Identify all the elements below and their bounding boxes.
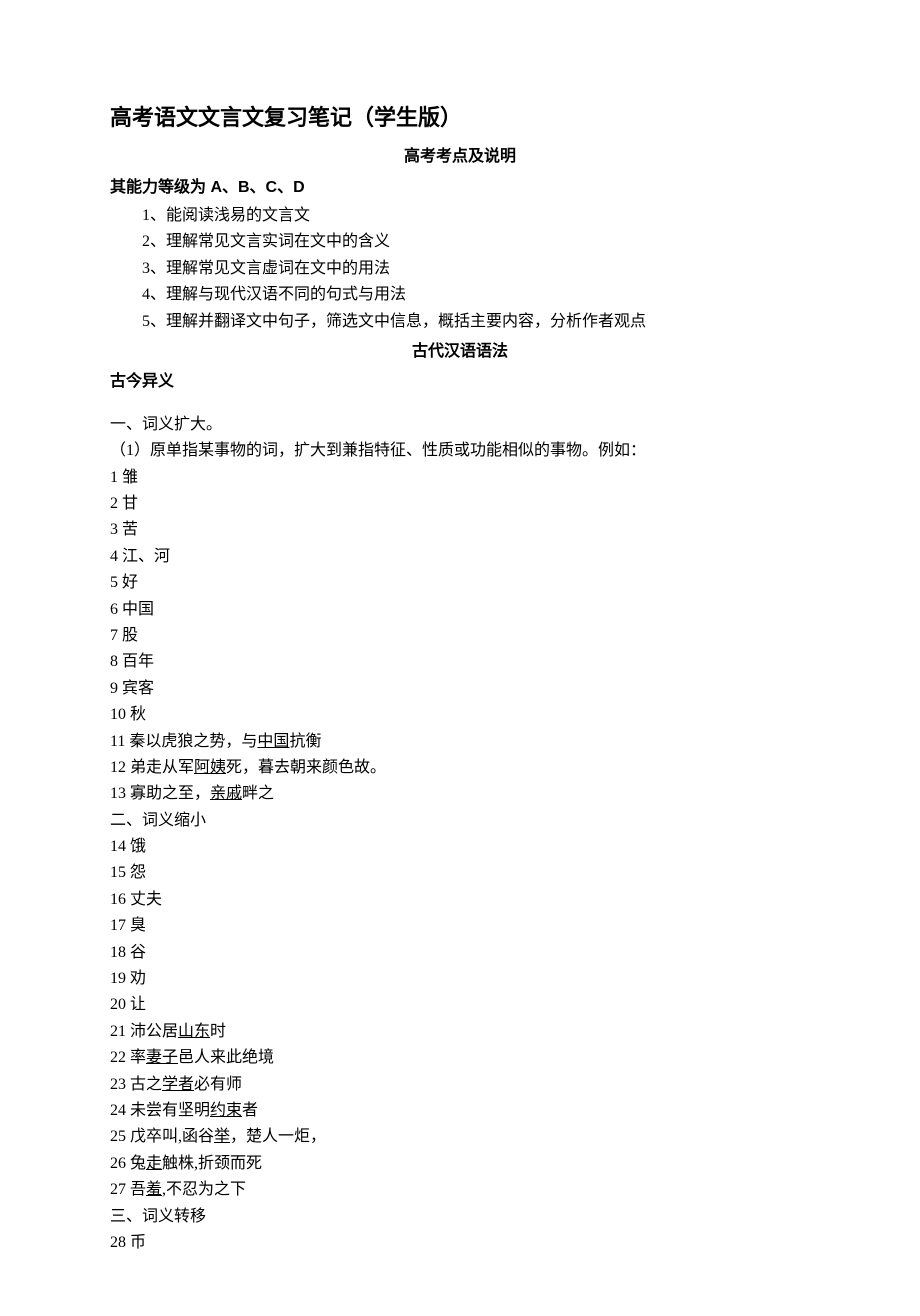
item-15: 15 怨 — [110, 860, 810, 886]
item-24-a: 24 未尝有坚明 — [110, 1102, 210, 1119]
item-16: 16 丈夫 — [110, 887, 810, 913]
item-11-a: 11 秦以虎狼之势，与 — [110, 733, 257, 750]
item-28: 28 币 — [110, 1230, 810, 1256]
item-27: 27 吾羞,不忍为之下 — [110, 1177, 810, 1203]
item-13-b: 畔之 — [242, 785, 274, 802]
item-12-b: 死，暮去朝来颜色故。 — [226, 759, 386, 776]
point-2: 2、理解常见文言实词在文中的含义 — [110, 229, 810, 255]
item-20: 20 让 — [110, 992, 810, 1018]
item-21-a: 21 沛公居 — [110, 1023, 178, 1040]
item-22-a: 22 率 — [110, 1049, 146, 1066]
section-2-heading: 二、词义缩小 — [110, 808, 810, 834]
point-3: 3、理解常见文言虚词在文中的用法 — [110, 256, 810, 282]
item-27-underline: 羞 — [146, 1181, 162, 1198]
item-21-b: 时 — [210, 1023, 226, 1040]
item-12-a: 12 弟走从军 — [110, 759, 194, 776]
point-4: 4、理解与现代汉语不同的句式与用法 — [110, 282, 810, 308]
section-1-note: （1）原单指某事物的词，扩大到兼指特征、性质或功能相似的事物。例如： — [110, 438, 810, 464]
item-22-b: 邑人来此绝境 — [178, 1049, 274, 1066]
item-11: 11 秦以虎狼之势，与中国抗衡 — [110, 729, 810, 755]
ability-level-line: 其能力等级为 A、B、C、D — [110, 175, 810, 201]
item-22-underline: 妻子 — [146, 1049, 178, 1066]
item-25-underline: 举 — [214, 1128, 230, 1145]
item-23-a: 23 古之 — [110, 1076, 162, 1093]
item-25: 25 戊卒叫,函谷举，楚人一炬， — [110, 1124, 810, 1150]
item-14: 14 饿 — [110, 834, 810, 860]
item-18: 18 谷 — [110, 940, 810, 966]
exam-subtitle: 高考考点及说明 — [110, 144, 810, 170]
item-2: 2 甘 — [110, 491, 810, 517]
point-5: 5、理解并翻译文中句子，筛选文中信息，概括主要内容，分析作者观点 — [110, 309, 810, 335]
item-22: 22 率妻子邑人来此绝境 — [110, 1045, 810, 1071]
grammar-heading: 古代汉语语法 — [110, 339, 810, 365]
item-27-a: 27 吾 — [110, 1181, 146, 1198]
item-12-underline: 阿姨 — [194, 759, 226, 776]
item-26-b: 触株,折颈而死 — [162, 1155, 262, 1172]
item-27-b: ,不忍为之下 — [162, 1181, 246, 1198]
item-3: 3 苦 — [110, 517, 810, 543]
item-24-b: 者 — [242, 1102, 258, 1119]
item-17: 17 臭 — [110, 913, 810, 939]
item-6: 6 中国 — [110, 597, 810, 623]
item-21-underline: 山东 — [178, 1023, 210, 1040]
item-13: 13 寡助之至，亲戚畔之 — [110, 781, 810, 807]
document-page: 高考语文文言文复习笔记（学生版） 高考考点及说明 其能力等级为 A、B、C、D … — [0, 0, 920, 1316]
item-19: 19 劝 — [110, 966, 810, 992]
item-12: 12 弟走从军阿姨死，暮去朝来颜色故。 — [110, 755, 810, 781]
item-21: 21 沛公居山东时 — [110, 1019, 810, 1045]
section-1-heading: 一、词义扩大。 — [110, 412, 810, 438]
item-26-underline: 走 — [146, 1155, 162, 1172]
item-5: 5 好 — [110, 570, 810, 596]
item-13-underline: 亲戚 — [210, 785, 242, 802]
document-title: 高考语文文言文复习笔记（学生版） — [110, 100, 810, 136]
gujin-heading: 古今异义 — [110, 369, 810, 395]
item-11-b: 抗衡 — [289, 733, 321, 750]
item-23-underline: 学者 — [162, 1076, 194, 1093]
item-25-b: ，楚人一炬， — [230, 1128, 326, 1145]
item-26: 26 兔走触株,折颈而死 — [110, 1151, 810, 1177]
item-13-a: 13 寡助之至， — [110, 785, 210, 802]
section-3-heading: 三、词义转移 — [110, 1204, 810, 1230]
item-24-underline: 约束 — [210, 1102, 242, 1119]
point-1: 1、能阅读浅易的文言文 — [110, 203, 810, 229]
item-4: 4 江、河 — [110, 544, 810, 570]
item-25-a: 25 戊卒叫,函谷 — [110, 1128, 214, 1145]
item-24: 24 未尝有坚明约束者 — [110, 1098, 810, 1124]
item-9: 9 宾客 — [110, 676, 810, 702]
item-26-a: 26 兔 — [110, 1155, 146, 1172]
spacer — [110, 398, 810, 412]
item-23-b: 必有师 — [194, 1076, 242, 1093]
item-10: 10 秋 — [110, 702, 810, 728]
item-11-underline: 中国 — [257, 733, 289, 750]
item-8: 8 百年 — [110, 649, 810, 675]
item-7: 7 股 — [110, 623, 810, 649]
item-1: 1 雏 — [110, 465, 810, 491]
item-23: 23 古之学者必有师 — [110, 1072, 810, 1098]
